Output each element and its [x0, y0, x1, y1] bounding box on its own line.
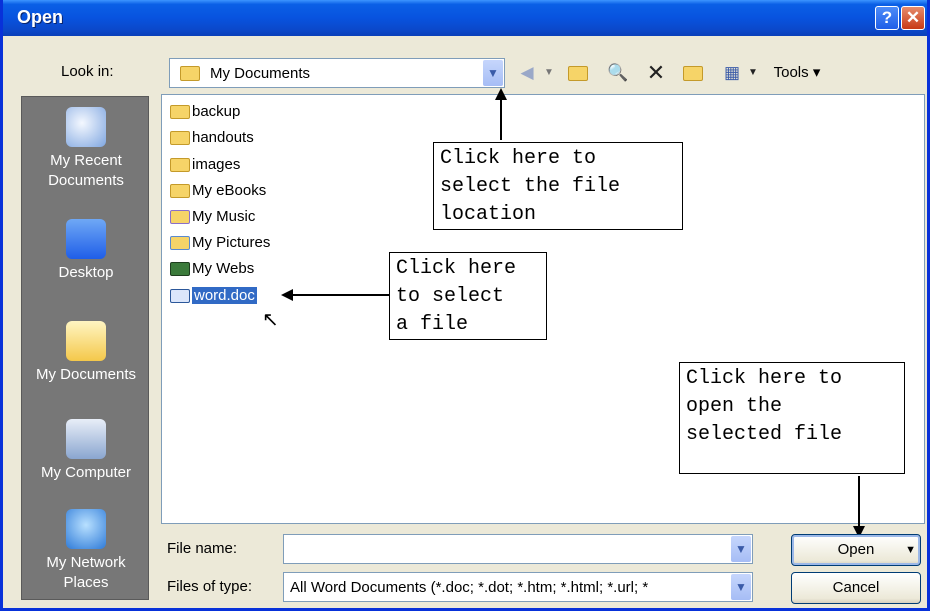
cancel-button-label: Cancel	[832, 579, 880, 596]
cancel-button[interactable]: Cancel	[791, 572, 921, 604]
arrow-head-file	[281, 289, 293, 301]
file-name-dropdown-arrow[interactable]: ▼	[731, 536, 751, 562]
open-button[interactable]: Open ▼	[791, 534, 921, 566]
file-name-combobox[interactable]: ▼	[283, 534, 753, 564]
open-dropdown-icon[interactable]: ▼	[905, 535, 916, 565]
files-of-type-value: All Word Documents (*.doc; *.dot; *.htm;…	[290, 579, 649, 596]
callout-select-file: Click here to select a file	[389, 252, 547, 340]
arrow-head-look-in	[495, 88, 507, 100]
callout-file-location: Click here to select the file location	[433, 142, 683, 230]
files-of-type-dropdown-arrow[interactable]: ▼	[731, 574, 751, 600]
files-of-type-label: Files of type:	[167, 578, 253, 595]
open-dialog: Open ? ✕ Look in: My Documents ▼ ◀ ▼ 🔍 ✕…	[0, 0, 930, 611]
file-name-label: File name:	[167, 540, 238, 557]
open-button-label: Open	[837, 541, 875, 558]
files-of-type-combobox[interactable]: All Word Documents (*.doc; *.dot; *.htm;…	[283, 572, 753, 602]
callout-open-file: Click here to open the selected file	[679, 362, 905, 474]
